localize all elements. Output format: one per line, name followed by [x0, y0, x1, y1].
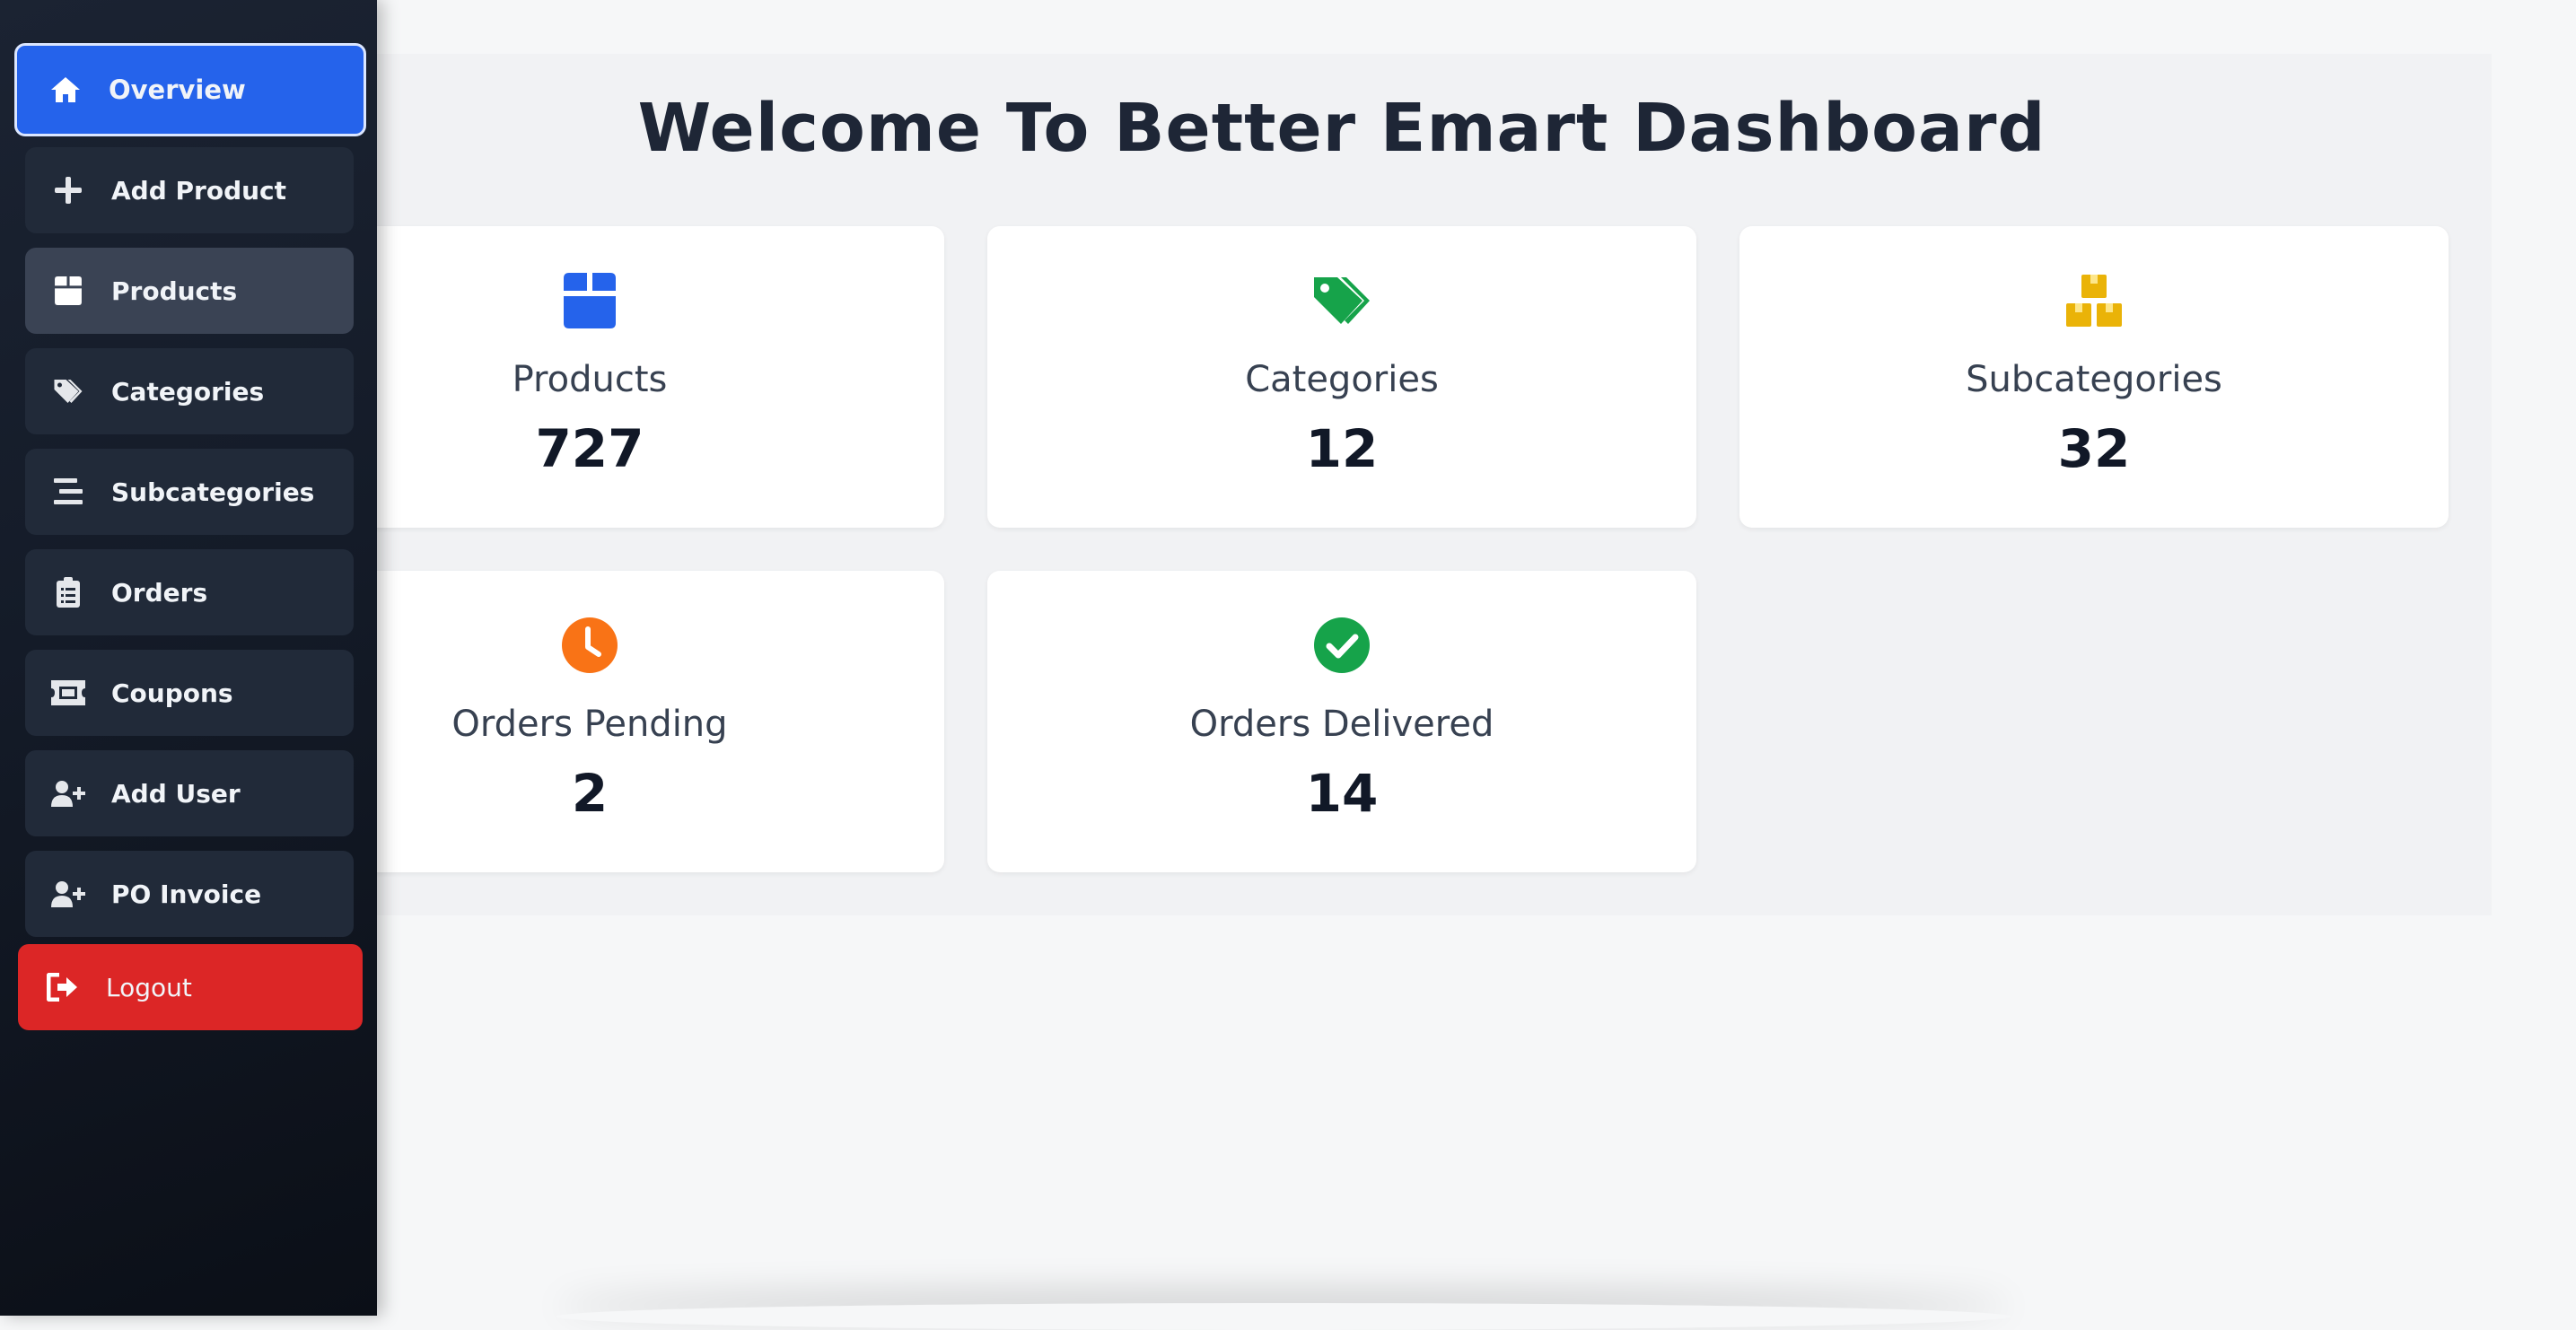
- home-icon: [48, 72, 83, 108]
- card-value: 32: [2057, 418, 2131, 479]
- sidebar-item-add-user[interactable]: Add User: [25, 750, 354, 836]
- sidebar-item-products[interactable]: Products: [25, 248, 354, 334]
- card-label: Categories: [1245, 359, 1439, 400]
- sign-out-icon: [45, 969, 81, 1005]
- ticket-icon: [50, 675, 86, 711]
- sidebar: Overview Add Product Products Categories…: [0, 0, 377, 1316]
- logout-label: Logout: [106, 972, 192, 1002]
- sidebar-item-label: Add User: [111, 778, 241, 809]
- card-label: Orders Delivered: [1189, 704, 1494, 745]
- sidebar-item-po-invoice[interactable]: PO Invoice: [25, 851, 354, 937]
- sidebar-item-label: Overview: [109, 74, 246, 105]
- sidebar-item-label: PO Invoice: [111, 879, 262, 909]
- sidebar-item-label: Categories: [111, 376, 265, 407]
- tags-icon: [50, 373, 86, 409]
- orders-delivered-stat-card: Orders Delivered 14: [987, 571, 1696, 872]
- card-value: 14: [1305, 763, 1379, 824]
- sidebar-item-add-product[interactable]: Add Product: [25, 147, 354, 233]
- categories-stat-card: Categories 12: [987, 226, 1696, 528]
- sidebar-item-coupons[interactable]: Coupons: [25, 650, 354, 736]
- page-title: Welcome To Better Emart Dashboard: [637, 90, 2046, 167]
- sidebar-item-label: Orders: [111, 577, 208, 608]
- tags-icon: [987, 269, 1696, 332]
- sidebar-item-label: Add Product: [111, 175, 287, 206]
- box-icon: [50, 273, 86, 309]
- list-icon: [50, 474, 86, 510]
- logout-button[interactable]: Logout: [18, 944, 363, 1030]
- user-plus-icon: [50, 775, 86, 811]
- sidebar-item-categories[interactable]: Categories: [25, 348, 354, 434]
- bottom-shadow: [556, 1303, 2011, 1330]
- plus-icon: [50, 172, 86, 208]
- clipboard-icon: [50, 574, 86, 610]
- sidebar-item-label: Subcategories: [111, 477, 315, 507]
- boxes-icon: [1739, 269, 2449, 332]
- subcategories-stat-card: Subcategories 32: [1739, 226, 2449, 528]
- sidebar-item-subcategories[interactable]: Subcategories: [25, 449, 354, 535]
- user-plus-icon: [50, 876, 86, 912]
- sidebar-item-label: Coupons: [111, 678, 233, 708]
- card-label: Subcategories: [1966, 359, 2222, 400]
- sidebar-item-overview[interactable]: Overview: [14, 43, 366, 136]
- card-value: 12: [1305, 418, 1379, 479]
- check-circle-icon: [987, 614, 1696, 677]
- sidebar-item-label: Products: [111, 276, 238, 306]
- sidebar-item-orders[interactable]: Orders: [25, 549, 354, 635]
